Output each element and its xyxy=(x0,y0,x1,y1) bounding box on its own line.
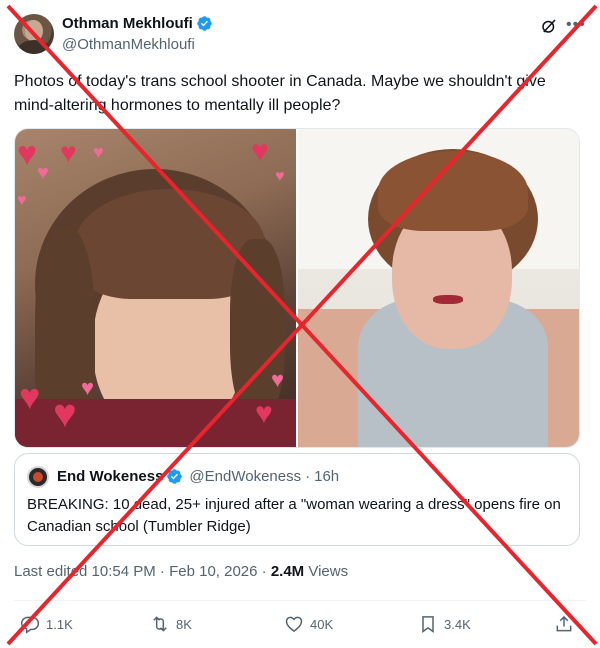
author-handle[interactable]: @OthmanMekhloufi xyxy=(62,36,195,53)
bookmark-icon xyxy=(422,616,434,633)
photo-selfie-with-hearts[interactable]: ♥ ♥ ♥ ♥ ♥ ♥ ♥ ♥ ♥ ♥ ♥ ♥ xyxy=(15,129,296,447)
tweet-media[interactable]: ♥ ♥ ♥ ♥ ♥ ♥ ♥ ♥ ♥ ♥ ♥ ♥ xyxy=(14,128,580,448)
reply-icon xyxy=(20,616,40,634)
bookmark-button[interactable]: 3.4K xyxy=(418,614,471,634)
more-icon[interactable]: ••• xyxy=(566,16,586,36)
tweet-meta: Last edited 10:54 PM · Feb 10, 2026 · 2.… xyxy=(14,563,348,580)
tweet-header: Othman Mekhloufi @OthmanMekhloufi ••• xyxy=(14,14,586,58)
quoted-tweet-time[interactable]: 16h xyxy=(314,468,339,485)
quoted-tweet-header: End Wokeness @EndWokeness · 16h xyxy=(57,468,339,485)
share-icon xyxy=(556,615,572,632)
bookmark-count: 3.4K xyxy=(444,616,471,632)
quoted-author-avatar[interactable] xyxy=(27,466,49,488)
verified-badge-icon xyxy=(197,16,212,31)
photo-selfie-on-pillow[interactable] xyxy=(298,129,579,447)
tweet-text: Photos of today's trans school shooter i… xyxy=(14,73,546,114)
repost-button[interactable]: 8K xyxy=(150,614,192,634)
author-name-row[interactable]: Othman Mekhloufi xyxy=(62,15,213,32)
repost-count: 8K xyxy=(176,616,192,632)
reply-button[interactable]: 1.1K xyxy=(20,614,73,634)
quoted-tweet-text: BREAKING: 10 dead, 25+ injured after a "… xyxy=(27,496,561,535)
author-display-name[interactable]: Othman Mekhloufi xyxy=(62,15,193,32)
views-count: 2.4M xyxy=(270,563,305,580)
edited-timestamp[interactable]: Last edited 10:54 PM · Feb 10, 2026 · xyxy=(14,563,271,580)
author-avatar[interactable] xyxy=(14,14,54,54)
like-count: 40K xyxy=(310,616,334,632)
quoted-tweet[interactable]: End Wokeness @EndWokeness · 16h BREAKING… xyxy=(14,453,580,546)
repost-icon xyxy=(153,616,167,632)
separator-dot: · xyxy=(305,468,311,485)
heart-icon xyxy=(285,616,303,632)
verified-badge-icon xyxy=(167,469,183,484)
quoted-author-handle[interactable]: @EndWokeness xyxy=(189,468,301,485)
grok-icon[interactable] xyxy=(540,17,558,35)
actions-divider xyxy=(14,600,586,601)
reply-count: 1.1K xyxy=(46,616,73,632)
share-button[interactable] xyxy=(554,614,580,634)
quoted-author-name[interactable]: End Wokeness xyxy=(57,468,163,485)
views-label: Views xyxy=(304,563,349,580)
like-button[interactable]: 40K xyxy=(284,614,333,634)
tweet-actions: 1.1K 8K 40K 3.4K xyxy=(14,614,586,638)
